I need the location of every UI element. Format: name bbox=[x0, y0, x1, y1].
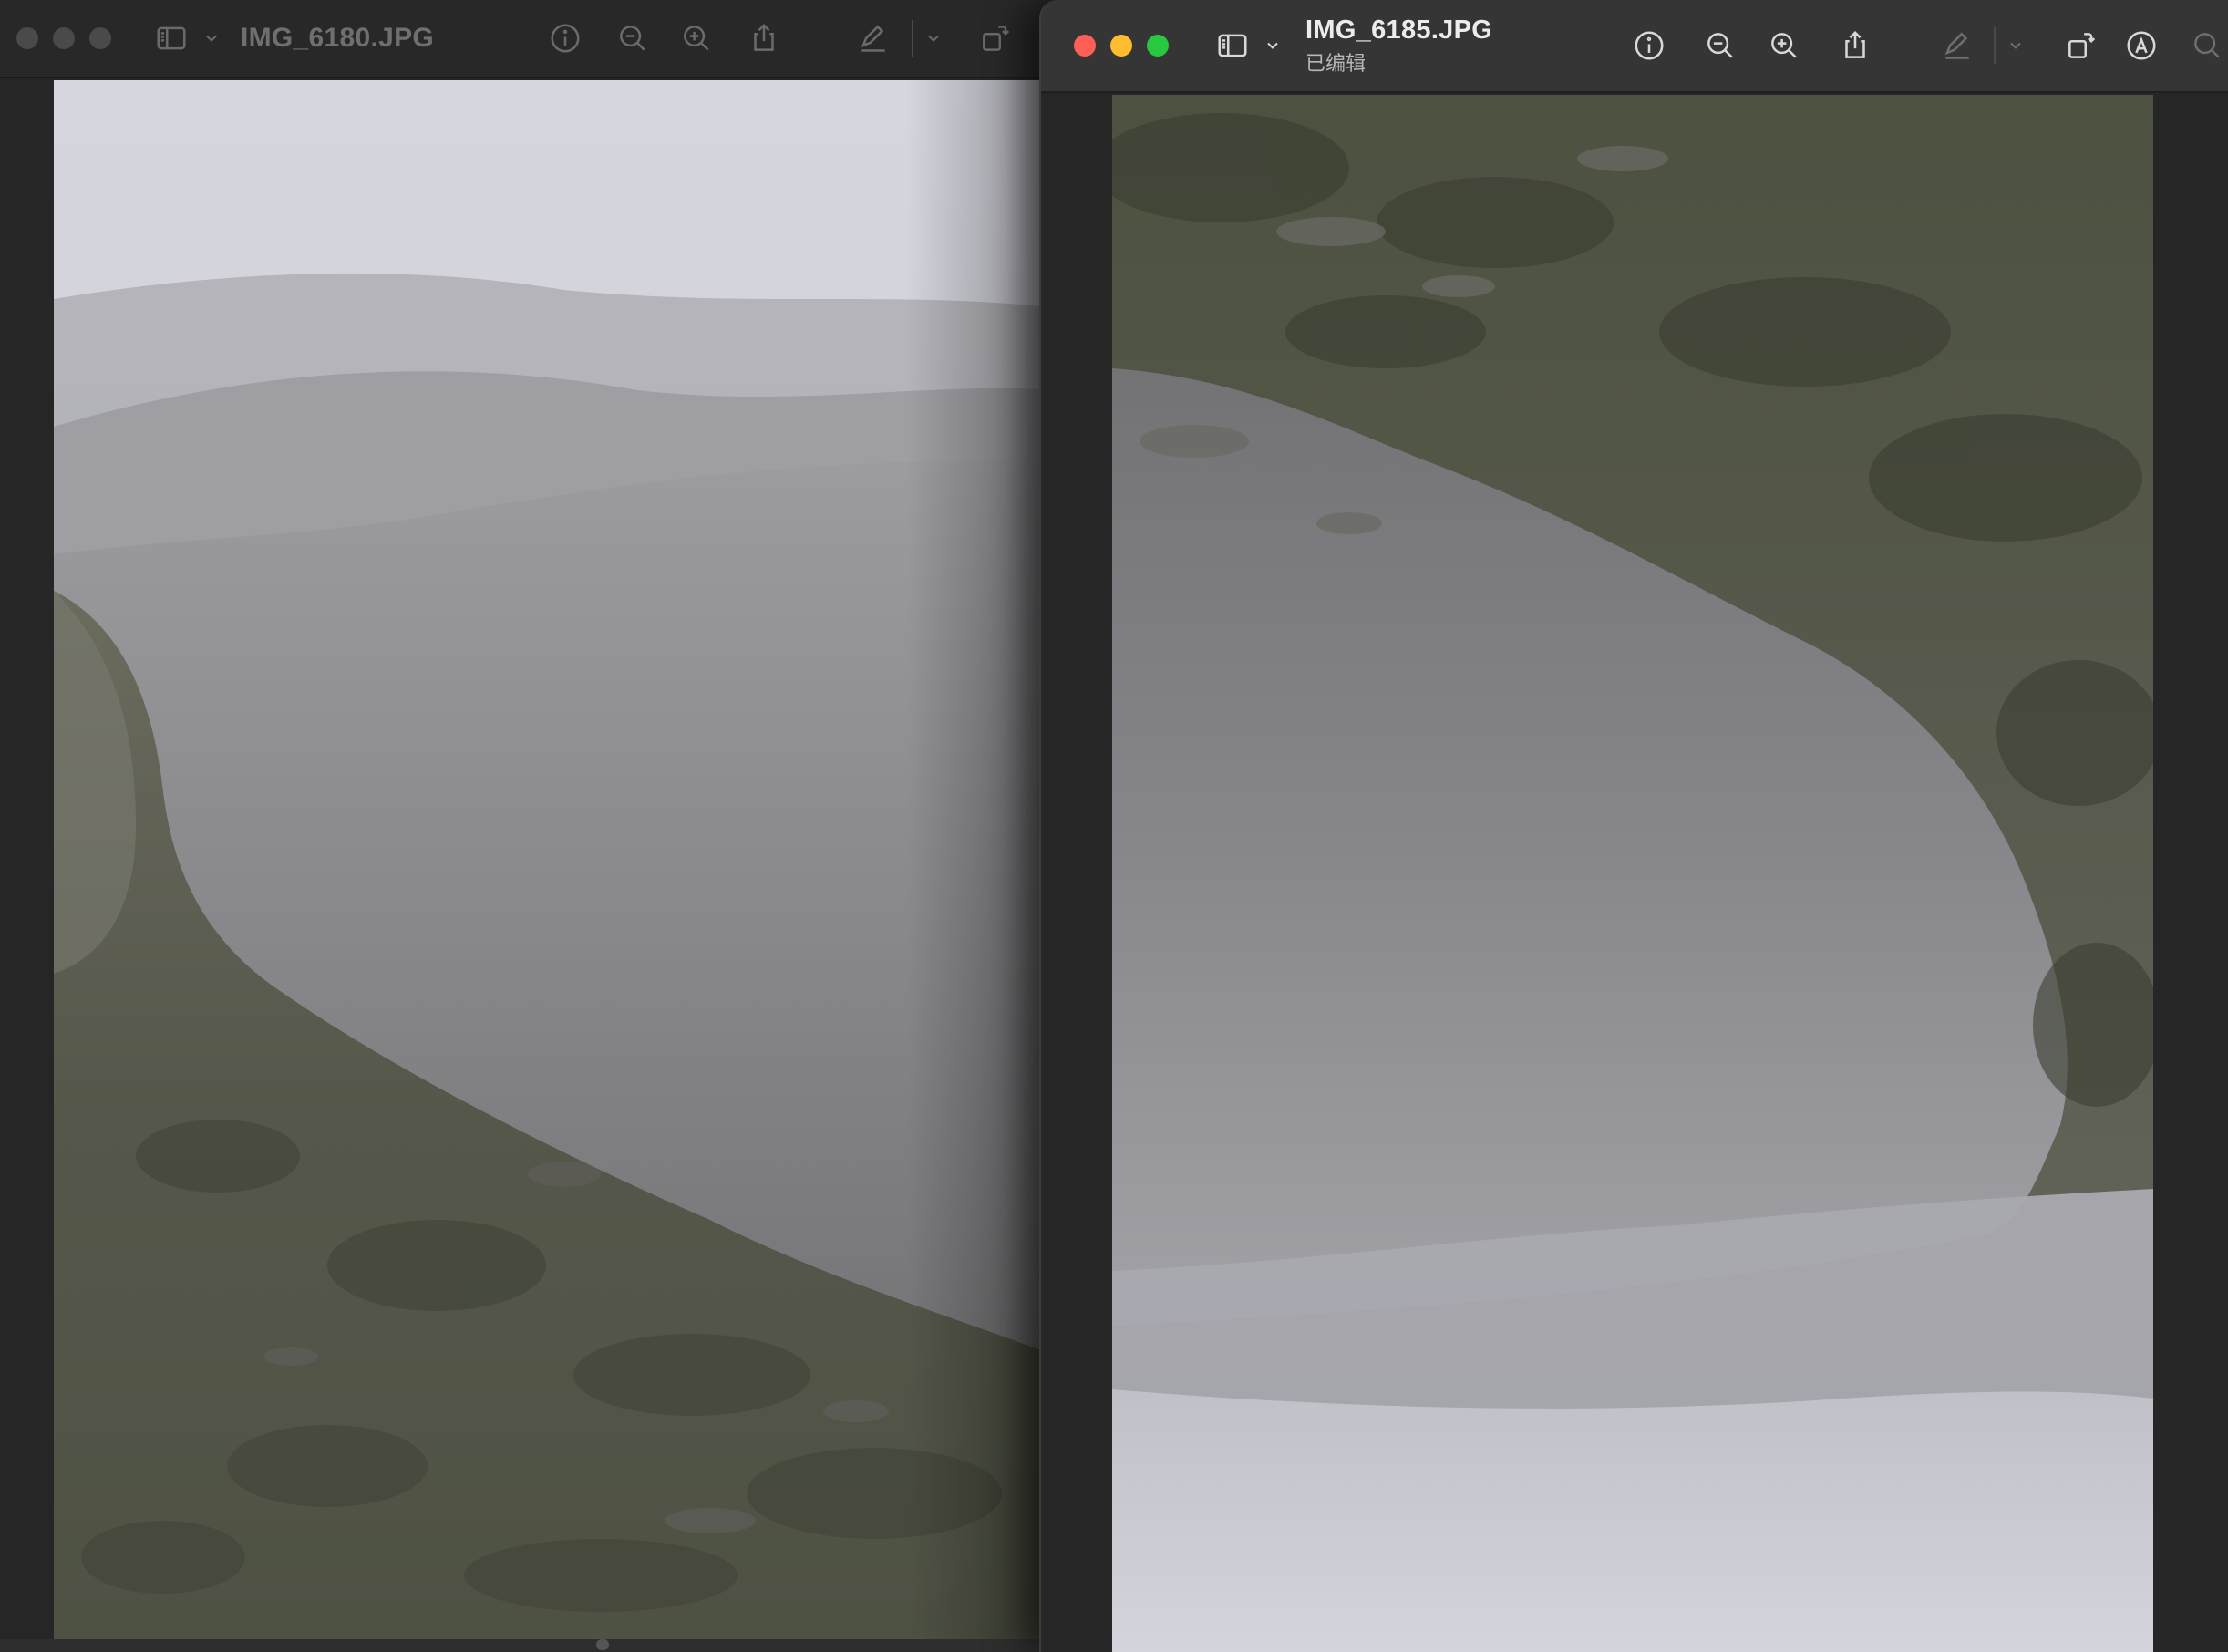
sidebar-icon bbox=[1218, 34, 1247, 57]
photo-canvas bbox=[1112, 95, 2153, 1652]
traffic-lights bbox=[16, 27, 111, 49]
close-button[interactable] bbox=[16, 27, 38, 49]
chevron-down-icon bbox=[2010, 42, 2021, 49]
bottom-bar bbox=[0, 1639, 1057, 1652]
markup-pen-icon bbox=[1944, 32, 1969, 59]
landscape-image bbox=[54, 80, 1057, 1639]
info-button[interactable] bbox=[545, 18, 585, 58]
photo-canvas bbox=[54, 80, 1057, 1639]
markup-pen-button[interactable] bbox=[853, 18, 893, 58]
rotate-icon bbox=[2068, 33, 2096, 58]
toolbar: IMG_6185.JPG 已编辑 bbox=[1041, 0, 2228, 93]
sidebar-icon bbox=[157, 26, 186, 50]
zoom-out-button[interactable] bbox=[1700, 26, 1740, 66]
rotate-icon bbox=[983, 26, 1010, 51]
info-icon bbox=[551, 24, 580, 53]
markup-pen-icon bbox=[861, 25, 885, 52]
edited-status: 已编辑 bbox=[1305, 52, 1367, 76]
preview-window-back: IMG_6180.JPG bbox=[0, 0, 1057, 1652]
window-title: IMG_6185.JPG bbox=[1305, 15, 1493, 45]
sidebar-button[interactable] bbox=[151, 18, 191, 58]
title-block: IMG_6185.JPG 已编辑 bbox=[1305, 15, 1492, 77]
share-button[interactable] bbox=[744, 18, 784, 58]
zoom-in-icon bbox=[684, 26, 709, 51]
share-button[interactable] bbox=[1835, 26, 1875, 66]
markup-menu-button[interactable] bbox=[913, 18, 954, 58]
zoom-out-icon bbox=[620, 26, 645, 51]
info-icon bbox=[1635, 31, 1664, 60]
landscape-image bbox=[1112, 95, 2153, 1652]
close-button[interactable] bbox=[1074, 35, 1096, 57]
info-button[interactable] bbox=[1629, 26, 1669, 66]
window-title: IMG_6180.JPG bbox=[241, 23, 435, 53]
canvas-right-gutter bbox=[2153, 95, 2228, 1652]
markup-menu-button[interactable] bbox=[1996, 26, 2036, 66]
sidebar-menu-button[interactable] bbox=[1253, 26, 1293, 66]
markup-icon bbox=[2127, 31, 2156, 60]
toolbar: IMG_6180.JPG bbox=[0, 0, 1057, 78]
chevron-down-icon bbox=[1267, 42, 1278, 49]
search-button[interactable] bbox=[2187, 26, 2227, 66]
preview-window-front: IMG_6185.JPG 已编辑 bbox=[1039, 0, 2228, 1652]
sidebar-button[interactable] bbox=[1212, 26, 1253, 66]
zoom-in-button[interactable] bbox=[676, 18, 717, 58]
rotate-button[interactable] bbox=[2061, 26, 2101, 66]
zoom-out-button[interactable] bbox=[613, 18, 653, 58]
zoom-out-icon bbox=[1707, 33, 1733, 58]
sidebar-menu-button[interactable] bbox=[191, 18, 232, 58]
minimize-button[interactable] bbox=[53, 27, 75, 49]
markup-button[interactable] bbox=[2121, 26, 2161, 66]
share-icon bbox=[754, 23, 774, 51]
markup-pen-button[interactable] bbox=[1937, 26, 1977, 66]
zoom-button[interactable] bbox=[89, 27, 111, 49]
minimize-button[interactable] bbox=[1110, 35, 1132, 57]
zoom-in-icon bbox=[1771, 33, 1797, 58]
chevron-down-icon bbox=[928, 35, 939, 42]
traffic-lights bbox=[1074, 35, 1169, 57]
chevron-down-icon bbox=[206, 35, 217, 42]
zoom-button[interactable] bbox=[1147, 35, 1169, 57]
rotate-button[interactable] bbox=[975, 18, 1016, 58]
search-icon bbox=[2194, 33, 2220, 58]
scroll-indicator[interactable] bbox=[596, 1639, 609, 1650]
zoom-in-button[interactable] bbox=[1764, 26, 1804, 66]
share-icon bbox=[1845, 30, 1865, 58]
title-block: IMG_6180.JPG bbox=[241, 23, 434, 54]
